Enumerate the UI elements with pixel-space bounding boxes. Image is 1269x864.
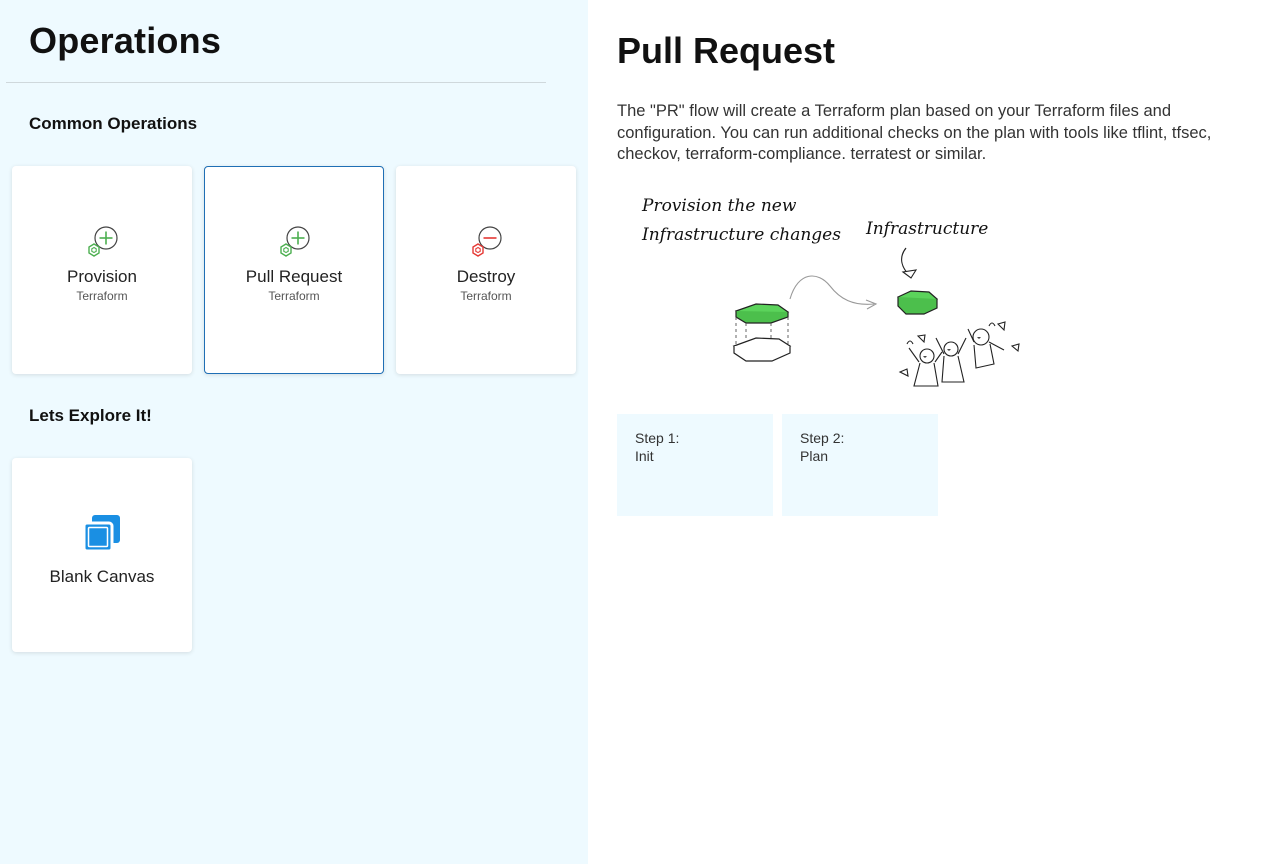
explore-heading: Lets Explore It! bbox=[29, 406, 152, 425]
provision-card[interactable]: Provision Terraform bbox=[12, 166, 192, 374]
step-name: Init bbox=[635, 448, 654, 464]
card-title: Blank Canvas bbox=[49, 567, 155, 586]
destroy-icon bbox=[472, 226, 502, 257]
detail-title: Pull Request bbox=[617, 30, 836, 71]
destroy-card[interactable]: Destroy Terraform bbox=[396, 166, 576, 374]
detail-panel: Pull Request The "PR" flow will create a… bbox=[588, 0, 1269, 864]
card-title: Destroy bbox=[456, 267, 516, 286]
detail-description: The "PR" flow will create a Terraform pl… bbox=[617, 102, 1212, 163]
provision-illustration: Provision the new Infrastructure changes… bbox=[641, 196, 1020, 387]
operations-panel: Operations Common Operations Provision T… bbox=[0, 0, 588, 864]
card-subtitle: Terraform bbox=[76, 289, 128, 303]
step-init: Step 1: Init bbox=[617, 414, 773, 516]
hexagon-stack bbox=[732, 303, 792, 362]
pull-request-card[interactable]: Pull Request Terraform bbox=[204, 166, 384, 374]
step-label: Step 1: bbox=[635, 430, 680, 446]
hexagon-green-small bbox=[896, 290, 939, 315]
divider bbox=[6, 82, 546, 83]
step-plan: Step 2: Plan bbox=[782, 414, 938, 516]
card-subtitle: Terraform bbox=[268, 289, 320, 303]
common-operations-heading: Common Operations bbox=[29, 114, 198, 133]
celebrating-people bbox=[898, 321, 1020, 387]
step-label: Step 2: bbox=[800, 430, 845, 446]
operations-title: Operations bbox=[29, 20, 222, 61]
step-name: Plan bbox=[800, 448, 829, 464]
illustration-caption-line2: Infrastructure changes bbox=[641, 225, 841, 245]
card-subtitle: Terraform bbox=[460, 289, 512, 303]
illustration-caption-line1: Provision the new bbox=[641, 196, 797, 216]
canvas-icon bbox=[82, 515, 120, 553]
card-title: Pull Request bbox=[245, 267, 343, 286]
card-title: Provision bbox=[67, 267, 137, 286]
pull-request-icon bbox=[280, 226, 310, 257]
illustration-label: Infrastructure bbox=[865, 219, 988, 239]
provision-icon bbox=[88, 226, 118, 257]
blank-canvas-card[interactable]: Blank Canvas bbox=[12, 458, 192, 652]
